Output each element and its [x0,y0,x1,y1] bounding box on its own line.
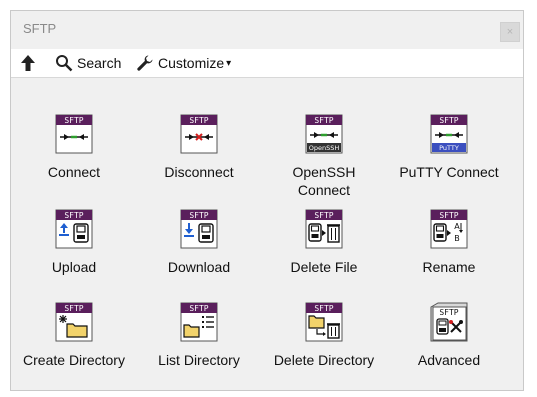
palette-item-label: PuTTY Connect [399,164,499,180]
palette-item-delete-file[interactable]: SFTP Delete File [262,208,386,276]
connect-icon: SFTP [53,113,95,155]
title-bar: SFTP × [11,11,523,49]
palette-item-label: OpenSSH [292,164,356,180]
palette-item-create-directory[interactable]: SFTP Create Directory [12,301,136,369]
svg-text:SFTP: SFTP [189,116,208,125]
sftp-palette-window: SFTP × Search Customize ▾ SFTP Connect S… [10,10,524,391]
palette-item-label: List Directory [158,352,240,368]
palette-item-list-directory[interactable]: SFTP List Directory [137,301,261,369]
palette-item-label: Delete Directory [273,352,375,368]
svg-text:SFTP: SFTP [314,304,333,313]
customize-label: Customize [158,55,225,71]
close-icon: × [506,26,514,38]
palette-item-label-line2: Connect [297,182,351,198]
customize-button[interactable]: Customize ▾ [136,53,231,73]
palette-item-label: Rename [422,259,476,275]
search-button[interactable]: Search [55,53,121,73]
palette-item-download[interactable]: SFTP Download [137,208,261,276]
palette-item-label: Connect [47,164,101,180]
palette-item-connect[interactable]: SFTP Connect [12,113,136,181]
search-label: Search [77,55,122,71]
palette-grid: SFTP Connect SFTP Disconnect SFTP OpenSS… [11,78,523,390]
palette-item-label: Delete File [290,259,358,275]
palette-toolbar: Search Customize ▾ [11,49,523,77]
svg-text:SFTP: SFTP [314,211,333,220]
disconnect-icon: SFTP [178,113,220,155]
putty-connect-icon: SFTP PuTTY [428,113,470,155]
palette-item-openssh-connect[interactable]: SFTP OpenSSH OpenSSH Connect [262,113,386,199]
list-directory-icon: SFTP [178,301,220,343]
up-button[interactable] [19,53,37,73]
svg-text:SFTP: SFTP [439,211,458,220]
svg-text:OpenSSH: OpenSSH [309,144,340,152]
rename-icon: SFTP A B [428,208,470,250]
palette-item-advanced[interactable]: SFTP Advanced [387,301,511,369]
svg-text:SFTP: SFTP [64,116,83,125]
svg-text:SFTP: SFTP [314,116,333,125]
close-button[interactable]: × [500,22,520,42]
svg-text:SFTP: SFTP [189,211,208,220]
upload-icon: SFTP [53,208,95,250]
palette-item-upload[interactable]: SFTP Upload [12,208,136,276]
chevron-down-icon: ▾ [226,57,232,69]
up-arrow-icon [21,55,35,71]
palette-item-putty-connect[interactable]: SFTP PuTTY PuTTY Connect [387,113,511,181]
download-icon: SFTP [178,208,220,250]
search-icon [56,55,73,72]
advanced-icon: SFTP [428,301,470,343]
svg-text:SFTP: SFTP [64,211,83,220]
svg-text:SFTP: SFTP [64,304,83,313]
palette-item-label: Disconnect [164,164,234,180]
palette-item-rename[interactable]: SFTP A B Rename [387,208,511,276]
delete-file-icon: SFTP [303,208,345,250]
svg-text:SFTP: SFTP [439,308,458,317]
delete-directory-icon: SFTP [303,301,345,343]
wrench-icon [137,55,153,71]
palette-item-label: Create Directory [23,352,125,368]
create-directory-icon: SFTP [53,301,95,343]
palette-item-disconnect[interactable]: SFTP Disconnect [137,113,261,181]
svg-text:B: B [454,234,460,243]
svg-text:SFTP: SFTP [189,304,208,313]
palette-item-label: Upload [51,259,97,275]
openssh-connect-icon: SFTP OpenSSH [303,113,345,155]
palette-item-label: Advanced [417,352,481,368]
svg-text:PuTTY: PuTTY [439,144,459,152]
window-title: SFTP [23,21,57,36]
palette-item-label: Download [167,259,231,275]
palette-item-delete-directory[interactable]: SFTP Delete Directory [262,301,386,369]
svg-text:SFTP: SFTP [439,116,458,125]
svg-text:A: A [454,222,460,231]
